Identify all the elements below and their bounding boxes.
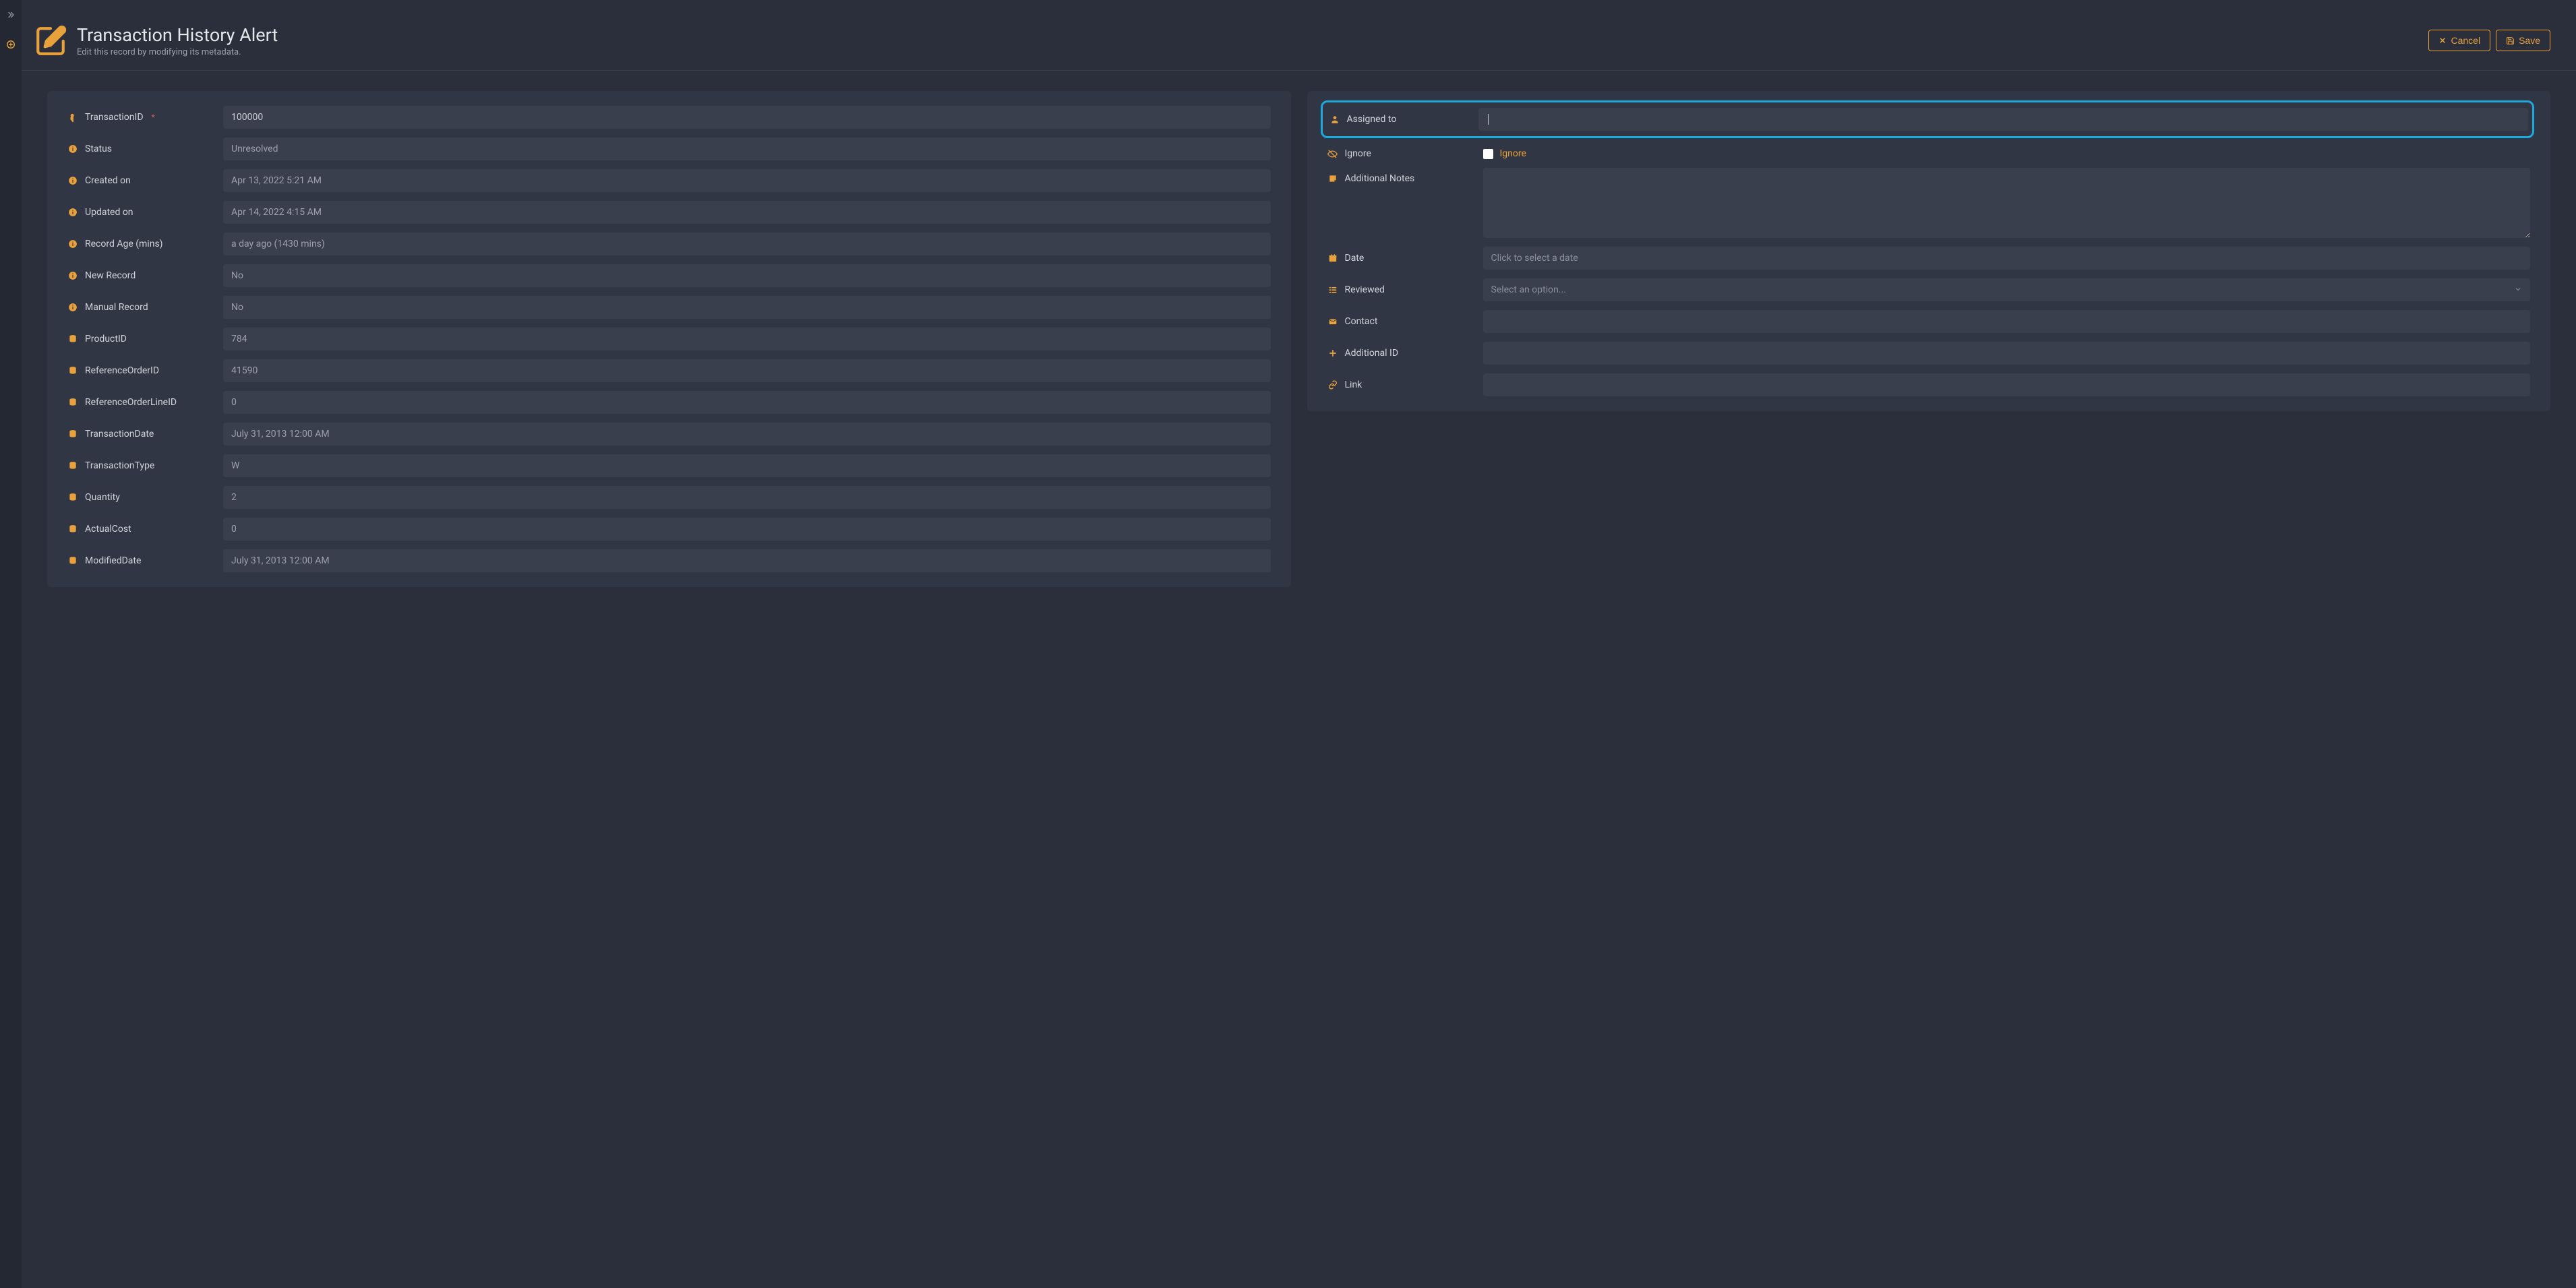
header-actions: Cancel Save bbox=[2428, 30, 2550, 51]
label-contact: Contact bbox=[1327, 316, 1472, 327]
sidebar-collapsed bbox=[0, 0, 22, 1288]
database-icon bbox=[67, 524, 78, 534]
save-icon bbox=[2506, 36, 2515, 45]
close-icon bbox=[2438, 36, 2447, 44]
label-status: Status bbox=[67, 144, 212, 154]
txn-type-value: W bbox=[223, 454, 1271, 477]
plus-icon bbox=[1327, 348, 1338, 359]
link-icon bbox=[1327, 379, 1338, 390]
key-icon bbox=[67, 112, 78, 123]
label-ref-order-line: ReferenceOrderLineID bbox=[67, 397, 212, 408]
label-manual-record: Manual Record bbox=[67, 302, 212, 313]
info-icon bbox=[67, 302, 78, 313]
info-icon bbox=[67, 270, 78, 281]
label-assigned-to: Assigned to bbox=[1323, 114, 1468, 125]
assigned-to-input[interactable] bbox=[1478, 108, 2529, 131]
save-button[interactable]: Save bbox=[2496, 30, 2550, 51]
chevron-double-right-icon bbox=[6, 10, 16, 20]
label-actual-cost: ActualCost bbox=[67, 524, 212, 534]
label-ref-order-id: ReferenceOrderID bbox=[67, 365, 212, 376]
database-icon bbox=[67, 397, 78, 408]
label-ignore: Ignore bbox=[1327, 148, 1472, 159]
list-icon bbox=[1327, 284, 1338, 295]
txn-date-value: July 31, 2013 12:00 AM bbox=[223, 423, 1271, 446]
label-updated-on: Updated on bbox=[67, 207, 212, 218]
link-input[interactable] bbox=[1483, 373, 2531, 396]
label-modified-date: ModifiedDate bbox=[67, 555, 212, 566]
ref-order-line-value: 0 bbox=[223, 391, 1271, 414]
updated-on-value: Apr 14, 2022 4:15 AM bbox=[223, 201, 1271, 224]
reviewed-select-value: Select an option... bbox=[1483, 278, 2531, 301]
info-icon bbox=[67, 207, 78, 218]
label-transaction-id: TransactionID * bbox=[67, 112, 212, 123]
sidebar-expand-button[interactable] bbox=[4, 8, 18, 22]
assigned-to-highlight: Assigned to bbox=[1321, 100, 2535, 138]
cancel-button[interactable]: Cancel bbox=[2428, 30, 2490, 51]
date-input[interactable] bbox=[1483, 247, 2531, 270]
manual-record-value: No bbox=[223, 296, 1271, 319]
transaction-id-input[interactable] bbox=[223, 106, 1271, 129]
new-record-value: No bbox=[223, 264, 1271, 287]
label-product-id: ProductID bbox=[67, 334, 212, 344]
main-area: Transaction History Alert Edit this reco… bbox=[22, 0, 2576, 1288]
database-icon bbox=[67, 492, 78, 503]
eye-off-icon bbox=[1327, 148, 1338, 159]
label-quantity: Quantity bbox=[67, 492, 212, 503]
plus-circle-icon bbox=[6, 40, 16, 49]
panel-left: TransactionID * Status Unresolved Create… bbox=[47, 91, 1291, 587]
database-icon bbox=[67, 429, 78, 439]
reviewed-select[interactable]: Select an option... bbox=[1483, 278, 2531, 301]
ignore-checkbox[interactable] bbox=[1483, 149, 1493, 159]
label-notes: Additional Notes bbox=[1327, 168, 1472, 184]
user-icon bbox=[1329, 114, 1340, 125]
app-root: Transaction History Alert Edit this reco… bbox=[0, 0, 2576, 1288]
record-age-value: a day ago (1430 mins) bbox=[223, 233, 1271, 255]
required-marker: * bbox=[152, 113, 155, 122]
calendar-icon bbox=[1327, 253, 1338, 264]
label-new-record: New Record bbox=[67, 270, 212, 281]
ref-order-id-value: 41590 bbox=[223, 359, 1271, 382]
sticky-note-icon bbox=[1327, 173, 1338, 184]
product-id-value: 784 bbox=[223, 328, 1271, 350]
page-title: Transaction History Alert bbox=[77, 24, 278, 46]
info-icon bbox=[67, 144, 78, 154]
edit-record-icon bbox=[34, 24, 67, 58]
label-link: Link bbox=[1327, 379, 1472, 390]
database-icon bbox=[67, 555, 78, 566]
quantity-value: 2 bbox=[223, 486, 1271, 509]
info-icon bbox=[67, 239, 78, 249]
panel-right: Assigned to Ignore Ignore bbox=[1307, 91, 2551, 411]
notes-textarea[interactable] bbox=[1483, 168, 2531, 238]
cancel-button-label: Cancel bbox=[2451, 35, 2480, 46]
label-additional-id: Additional ID bbox=[1327, 348, 1472, 359]
status-value: Unresolved bbox=[223, 137, 1271, 160]
label-created-on: Created on bbox=[67, 175, 212, 186]
ignore-check-label: Ignore bbox=[1500, 148, 1526, 159]
contact-input[interactable] bbox=[1483, 310, 2531, 333]
page-header: Transaction History Alert Edit this reco… bbox=[22, 0, 2576, 71]
content-columns: TransactionID * Status Unresolved Create… bbox=[22, 71, 2576, 587]
database-icon bbox=[67, 334, 78, 344]
envelope-icon bbox=[1327, 316, 1338, 327]
label-reviewed: Reviewed bbox=[1327, 284, 1472, 295]
header-left: Transaction History Alert Edit this reco… bbox=[34, 24, 278, 58]
text-cursor-icon bbox=[1488, 114, 1489, 125]
database-icon bbox=[67, 365, 78, 376]
page-subtitle: Edit this record by modifying its metada… bbox=[77, 47, 278, 57]
sidebar-add-button[interactable] bbox=[4, 38, 18, 51]
label-txn-type: TransactionType bbox=[67, 460, 212, 471]
save-button-label: Save bbox=[2519, 35, 2540, 46]
created-on-value: Apr 13, 2022 5:21 AM bbox=[223, 169, 1271, 192]
info-icon bbox=[67, 175, 78, 186]
additional-id-input[interactable] bbox=[1483, 342, 2531, 365]
modified-date-value: July 31, 2013 12:00 AM bbox=[223, 549, 1271, 572]
label-txn-date: TransactionDate bbox=[67, 429, 212, 439]
actual-cost-value: 0 bbox=[223, 518, 1271, 541]
label-record-age: Record Age (mins) bbox=[67, 239, 212, 249]
label-date: Date bbox=[1327, 253, 1472, 264]
database-icon bbox=[67, 460, 78, 471]
